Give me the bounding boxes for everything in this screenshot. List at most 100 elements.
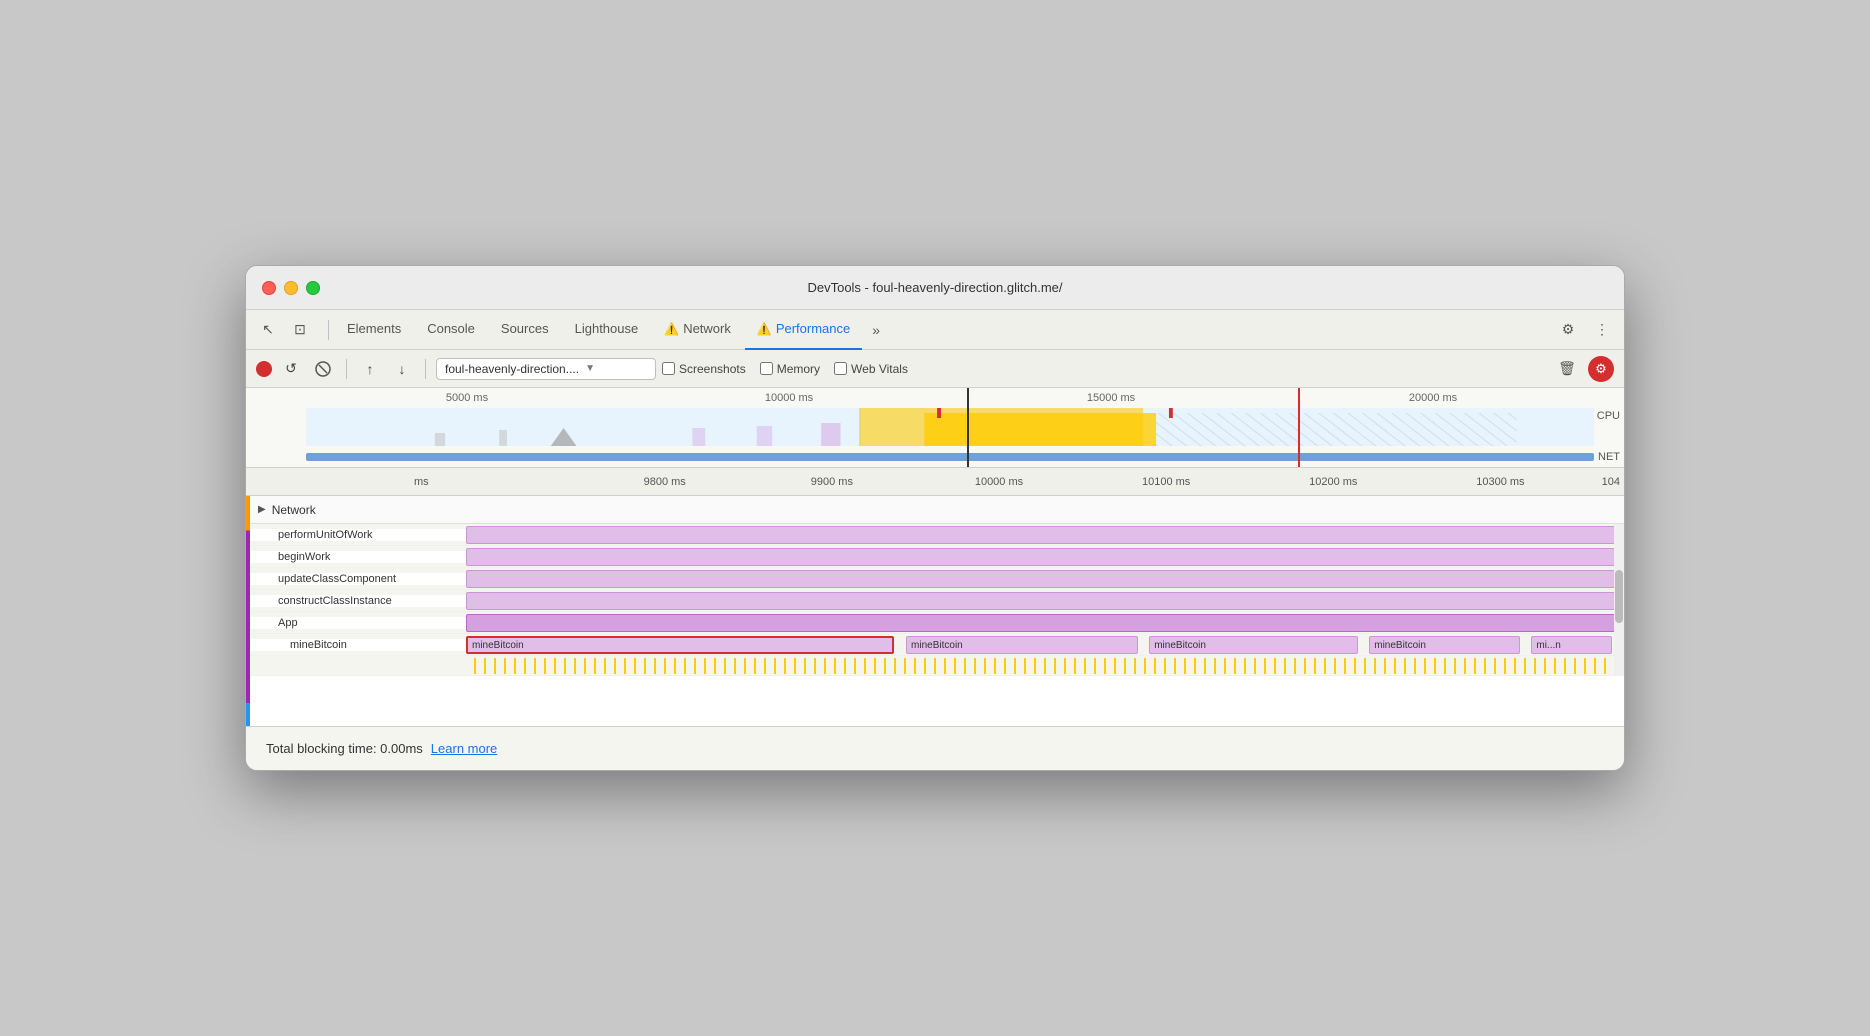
network-section-header[interactable]: ▶ Network [246,496,1624,524]
flame-bar[interactable] [466,548,1624,566]
url-selector[interactable]: foul-heavenly-direction.... ▼ [436,358,656,380]
close-button[interactable] [262,281,276,295]
tab-console[interactable]: Console [415,310,487,350]
maximize-button[interactable] [306,281,320,295]
devtools-window: DevTools - foul-heavenly-direction.glitc… [245,265,1625,771]
flame-label-minebitcoin: mineBitcoin [246,639,466,651]
network-expand-icon: ▶ [258,504,266,515]
flamechart-area: ms 9800 ms 9900 ms 10000 ms 10100 ms 102… [246,468,1624,726]
performance-warning-icon: ⚠️ [757,322,772,336]
reload-button[interactable]: ↺ [278,356,304,382]
record-divider1 [346,359,347,379]
network-section-label: Network [272,503,316,517]
memory-checkbox[interactable]: Memory [760,362,820,376]
flame-bars-constructclassinstance [466,590,1624,611]
net-label: NET [1598,451,1620,463]
time-ruler-detailed: ms 9800 ms 9900 ms 10000 ms 10100 ms 102… [246,468,1624,496]
upload-button[interactable]: ↑ [357,356,383,382]
more-tabs-button[interactable]: » [864,322,888,338]
flame-bar-minebitcoin-selected[interactable]: mineBitcoin [466,636,894,654]
screenshots-checkbox[interactable]: Screenshots [662,362,746,376]
flame-bars-app [466,612,1624,633]
checkbox-group: Screenshots Memory Web Vitals [662,362,908,376]
trash-icon[interactable]: 🗑 [1554,356,1580,382]
memory-checkbox-input[interactable] [760,362,773,375]
memory-label: Memory [777,362,820,376]
flame-bar[interactable] [466,614,1624,632]
download-button[interactable]: ↓ [389,356,415,382]
tab-sources[interactable]: Sources [489,310,561,350]
cursor-icon[interactable]: ↖ [254,316,282,344]
scrollbar[interactable] [1614,524,1624,676]
flame-row-constructclassinstance: constructClassInstance [246,590,1624,612]
left-color-bar [246,496,252,726]
timeline-mark-15000: 15000 ms [950,392,1272,404]
cpu-chart [306,408,1594,446]
status-bar: Total blocking time: 0.00ms Learn more [246,726,1624,770]
total-blocking-time-text: Total blocking time: 0.00ms [266,741,423,756]
clear-button[interactable] [310,356,336,382]
flame-label-constructclassinstance: constructClassInstance [246,595,466,607]
net-bar [306,453,1594,461]
toolbar-right: ⚙ ⋮ [1554,316,1616,344]
flame-row-minebitcoin: mineBitcoin mineBitcoin mineBitcoin mine… [246,634,1624,656]
tab-bar: ↖ ⊡ Elements Console Sources Lighthouse … [246,310,1624,350]
scrollbar-thumb[interactable] [1615,570,1623,623]
learn-more-link[interactable]: Learn more [431,741,497,756]
flame-bar[interactable] [466,526,1624,544]
record-toolbar: ↺ ↑ ↓ foul-heavenly-direction.... ▼ Scre… [246,350,1624,388]
flame-label-beginwork: beginWork [246,551,466,563]
web-vitals-checkbox[interactable]: Web Vitals [834,362,908,376]
flame-row-performunitofwork: performUnitOfWork [246,524,1624,546]
network-warning-icon: ⚠️ [664,322,679,336]
flame-bars-minebitcoin: mineBitcoin mineBitcoin mineBitcoin mine… [466,634,1624,655]
flame-bars-beginwork [466,546,1624,567]
tab-elements-label: Elements [347,321,401,336]
tab-elements[interactable]: Elements [335,310,413,350]
flame-bar-minebitcoin-3[interactable]: mineBitcoin [1149,636,1357,654]
toolbar-icons: ↖ ⊡ [254,316,314,344]
record-button[interactable] [256,361,272,377]
time-mark-10200: 10200 ms [1250,476,1417,488]
flame-empty-space [246,676,1624,726]
record-divider2 [425,359,426,379]
flame-bar[interactable] [466,592,1624,610]
timeline-mark-10000: 10000 ms [628,392,950,404]
screenshots-label: Screenshots [679,362,746,376]
cpu-label: CPU [1597,410,1620,422]
flame-bars-updateclasscomponent [466,568,1624,589]
tab-network[interactable]: ⚠️ Network [652,310,743,350]
url-text: foul-heavenly-direction.... [445,362,579,376]
tick-pattern [466,658,1624,674]
time-mark-10000: 10000 ms [915,476,1082,488]
settings-red-icon[interactable]: ⚙ [1588,356,1614,382]
flamechart: performUnitOfWork beginWork updateClassC… [246,524,1624,676]
timeline-overview: 5000 ms 10000 ms 15000 ms 20000 ms [246,388,1624,468]
flame-row-beginwork: beginWork [246,546,1624,568]
minimize-button[interactable] [284,281,298,295]
toolbar-divider [328,320,329,340]
tab-lighthouse[interactable]: Lighthouse [563,310,651,350]
screenshots-checkbox-input[interactable] [662,362,675,375]
devtools-settings-button[interactable]: ⚙ [1554,316,1582,344]
tab-network-label: Network [683,321,731,336]
tab-lighthouse-label: Lighthouse [575,321,639,336]
flame-bar[interactable] [466,570,1624,588]
timeline-red-line [1298,388,1300,467]
time-mark-last: 104 [1584,476,1624,488]
window-title: DevTools - foul-heavenly-direction.glitc… [807,280,1062,295]
time-mark-10300: 10300 ms [1417,476,1584,488]
flame-label-updateclasscomponent: updateClassComponent [246,573,466,585]
tab-performance[interactable]: ⚠️ Performance [745,310,862,350]
time-mark-ms: ms [406,476,581,488]
flame-bar-minebitcoin-4[interactable]: mineBitcoin [1369,636,1520,654]
flame-bar-minebitcoin-5[interactable]: mi...n [1531,636,1612,654]
flame-label-app: App [246,617,466,629]
time-mark-10100: 10100 ms [1083,476,1250,488]
devtools-more-button[interactable]: ⋮ [1588,316,1616,344]
time-mark-9800: 9800 ms [581,476,748,488]
web-vitals-checkbox-input[interactable] [834,362,847,375]
layers-icon[interactable]: ⊡ [286,316,314,344]
flame-bar-minebitcoin-2[interactable]: mineBitcoin [906,636,1138,654]
tab-console-label: Console [427,321,475,336]
